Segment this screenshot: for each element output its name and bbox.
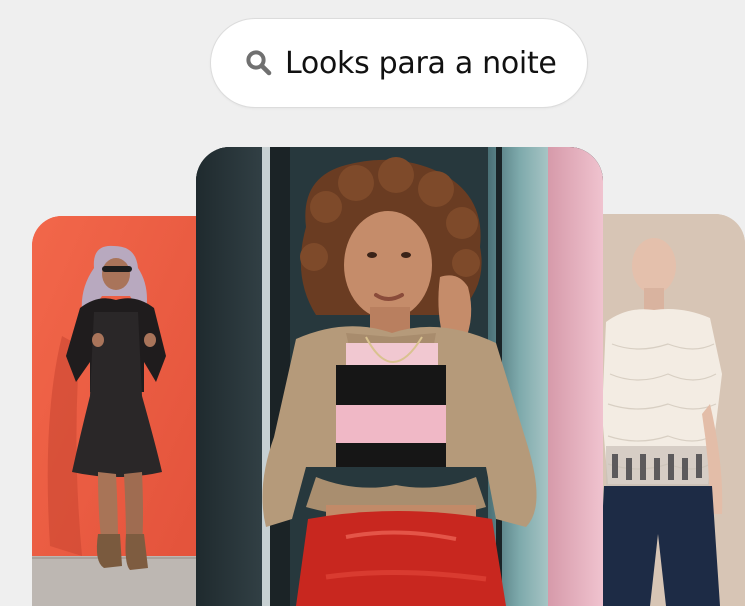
outfit-photo-card-left[interactable] (32, 216, 202, 606)
outfit-photo-center (196, 147, 603, 606)
outfit-photo-card-center[interactable] (196, 147, 603, 606)
search-icon (244, 48, 274, 78)
outfit-photo-right (598, 214, 745, 606)
search-query: Looks para a noite (285, 45, 557, 81)
outfit-photo-card-right[interactable] (598, 214, 745, 606)
search-bar[interactable]: Looks para a noite (210, 18, 588, 108)
outfit-photo-left (32, 216, 202, 606)
